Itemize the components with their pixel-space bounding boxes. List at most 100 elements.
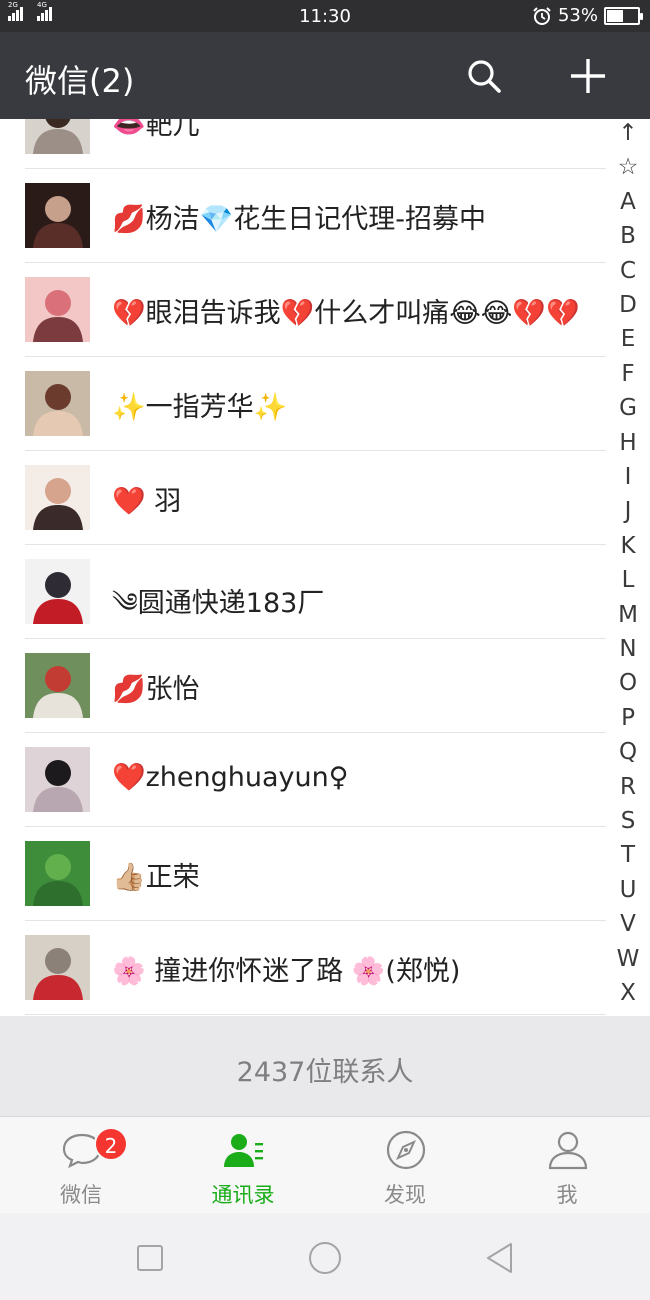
avatar-head (45, 384, 71, 410)
contact-name: 💋杨洁💎花生日记代理-招募中 (112, 204, 486, 235)
triangle-back-icon (487, 1243, 512, 1273)
circle-icon (309, 1242, 341, 1274)
tab-contacts[interactable]: 通讯录 (162, 1117, 324, 1214)
page-title: 微信(2) (25, 62, 135, 100)
index-letter[interactable]: L (606, 566, 650, 594)
avatar (25, 935, 90, 1000)
index-letter[interactable]: Q (606, 738, 650, 766)
status-right: 53% (532, 5, 643, 26)
compass-icon (386, 1130, 426, 1170)
contact-row[interactable]: 👄靶儿 (0, 119, 606, 169)
index-letter[interactable]: V (606, 910, 650, 938)
contact-row[interactable]: 🌸 撞进你怀迷了路 🌸(郑悦) (0, 921, 606, 1015)
contact-row[interactable]: ❤️ 羽 (0, 451, 606, 545)
app-header: 微信(2) (0, 32, 650, 119)
index-letter[interactable]: A (606, 188, 650, 216)
row-divider (25, 1014, 606, 1015)
back-button[interactable] (482, 1240, 518, 1276)
avatar-head (45, 854, 71, 880)
avatar (25, 653, 90, 718)
tab-me-label: 我 (556, 1183, 578, 1207)
index-letter[interactable]: D (606, 291, 650, 319)
avatar-head (45, 760, 71, 786)
avatar (25, 465, 90, 530)
avatar (25, 559, 90, 624)
square-icon (137, 1245, 163, 1271)
avatar-head (45, 572, 71, 598)
index-letter[interactable]: I (606, 463, 650, 491)
index-letter[interactable]: R (606, 773, 650, 801)
index-letter[interactable]: C (606, 257, 650, 285)
battery-icon (604, 6, 643, 25)
contact-name: 💋张怡 (112, 674, 200, 705)
contact-count-bar: 2437位联系人 (0, 1016, 650, 1116)
alphabet-index-bar[interactable]: ↑☆ABCDEFGHIJKLMNOPQRSTUVWXYZ# (606, 119, 650, 1116)
index-letter[interactable]: G (606, 394, 650, 422)
recent-apps-button[interactable] (132, 1240, 168, 1276)
bottom-tab-bar: 2 微信 通讯录 发现 我 (0, 1116, 650, 1213)
contact-name: ✨一指芳华✨ (112, 392, 288, 423)
tab-discover-label: 发现 (384, 1183, 426, 1207)
index-letter[interactable]: W (606, 945, 650, 973)
battery-level-fill (607, 9, 623, 22)
tab-discover[interactable]: 发现 (324, 1117, 486, 1214)
home-button[interactable] (307, 1240, 343, 1276)
index-letter[interactable]: P (606, 704, 650, 732)
contact-row[interactable]: 💔眼泪告诉我💔什么才叫痛😂😂💔💔 (0, 263, 606, 357)
avatar-head (45, 948, 71, 974)
contact-count: 2437位联系人 (236, 1057, 414, 1088)
index-letter[interactable]: N (606, 635, 650, 663)
contact-row[interactable]: 💋张怡 (0, 639, 606, 733)
index-letter[interactable]: ↑ (606, 119, 650, 147)
contact-row[interactable]: ✨一指芳华✨ (0, 357, 606, 451)
tab-chats[interactable]: 2 微信 (0, 1117, 162, 1214)
plus-icon (571, 59, 605, 93)
avatar (25, 183, 90, 248)
alarm-icon (533, 6, 551, 25)
avatar (25, 119, 90, 154)
avatar-head (45, 666, 71, 692)
index-letter[interactable]: S (606, 807, 650, 835)
index-letter[interactable]: H (606, 429, 650, 457)
contact-row[interactable]: 👍🏼正荣 (0, 827, 606, 921)
index-letter[interactable]: T (606, 841, 650, 869)
search-icon (468, 60, 501, 93)
contacts-icon (224, 1134, 263, 1167)
index-letter[interactable]: ☆ (606, 153, 650, 181)
contact-name: 👍🏼正荣 (112, 862, 200, 893)
contact-name: ❤️zhenghuayun♀ (112, 762, 349, 793)
contact-row[interactable]: ❤️zhenghuayun♀ (0, 733, 606, 827)
avatar-head (45, 290, 71, 316)
tab-contacts-label: 通讯录 (211, 1183, 275, 1207)
index-letter[interactable]: F (606, 360, 650, 388)
tab-me[interactable]: 我 (486, 1117, 648, 1214)
index-letter[interactable]: K (606, 532, 650, 560)
index-letter[interactable]: E (606, 325, 650, 353)
contact-list[interactable]: 👄靶儿 💋杨洁💎花生日记代理-招募中 💔眼泪告诉我💔什么才叫痛😂😂💔💔 ✨一指芳华✨ ❤… (0, 119, 606, 1016)
avatar (25, 277, 90, 342)
index-letter[interactable]: O (606, 669, 650, 697)
avatar (25, 841, 90, 906)
contact-name: 🌸 撞进你怀迷了路 🌸(郑悦) (112, 956, 461, 987)
search-button[interactable] (462, 54, 506, 98)
unread-badge: 2 (94, 1127, 128, 1161)
wechat-contacts-screen: 2G 4G 11:30 53% 微信(2) 👄靶儿 💋杨洁💎花生日记代理-招募中… (0, 0, 650, 1300)
contact-list-inner: 👄靶儿 💋杨洁💎花生日记代理-招募中 💔眼泪告诉我💔什么才叫痛😂😂💔💔 ✨一指芳华✨ ❤… (0, 119, 606, 1015)
contact-name: ❤️ 羽 (112, 486, 182, 517)
add-button[interactable] (566, 54, 610, 98)
index-letter[interactable]: B (606, 222, 650, 250)
tab-chats-label: 微信 (60, 1183, 102, 1207)
contact-row[interactable]: ༄圆通快递183厂 (0, 545, 606, 639)
avatar (25, 371, 90, 436)
index-letter[interactable]: J (606, 497, 650, 525)
contact-name: 💔眼泪告诉我💔什么才叫痛😂😂💔💔 (112, 298, 580, 329)
avatar (25, 747, 90, 812)
avatar-head (45, 478, 71, 504)
index-letter[interactable]: X (606, 979, 650, 1007)
avatar-head (45, 196, 71, 222)
contact-row[interactable]: 💋杨洁💎花生日记代理-招募中 (0, 169, 606, 263)
index-letter[interactable]: U (606, 876, 650, 904)
index-letter[interactable]: M (606, 601, 650, 629)
battery-percent: 53% (557, 5, 598, 26)
contact-name: 👄靶儿 (112, 119, 200, 141)
